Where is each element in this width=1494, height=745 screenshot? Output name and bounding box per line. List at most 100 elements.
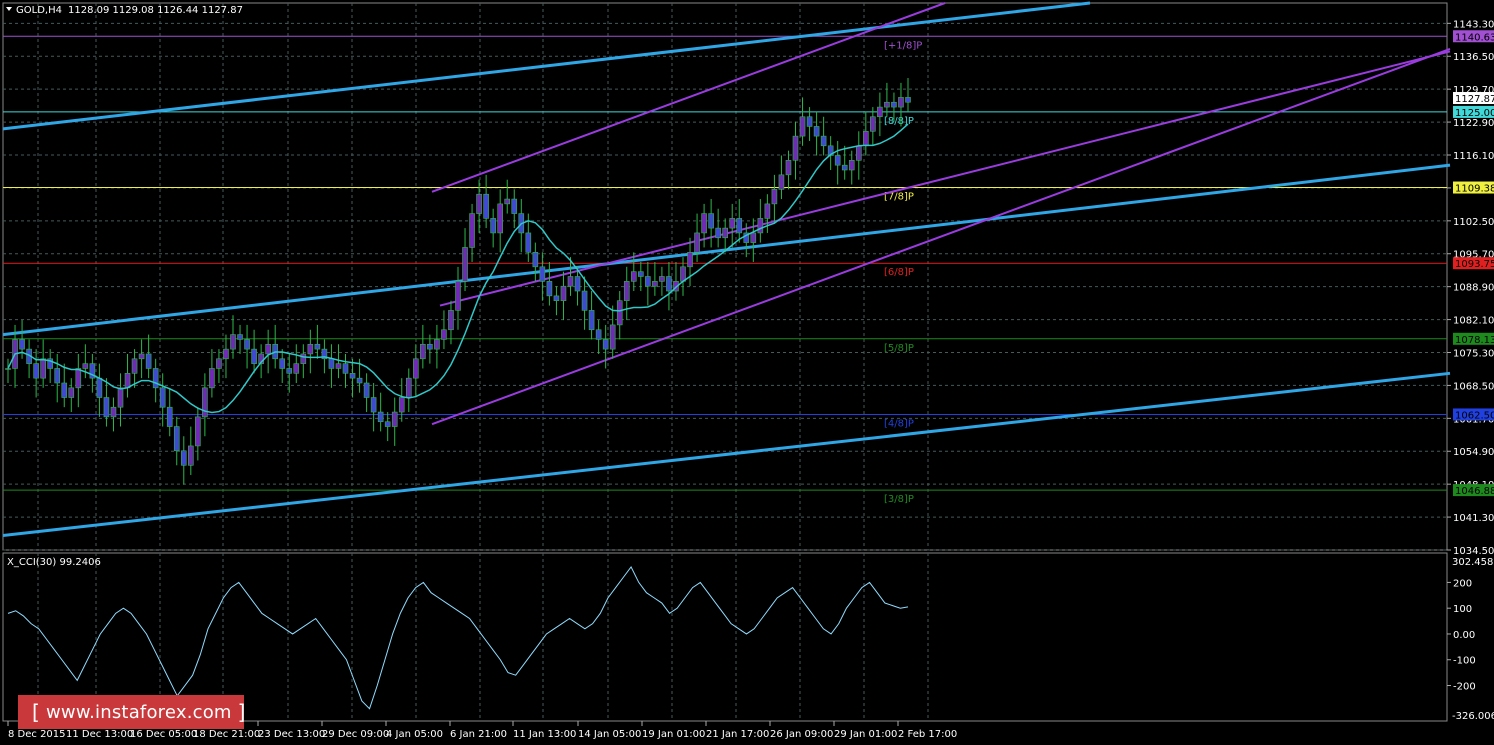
time-tick-label: 23 Dec 13:00 [258, 729, 325, 740]
murrey-level-label: [5/8]P [884, 343, 914, 354]
candle-body [877, 106, 883, 118]
candle-body [623, 281, 630, 302]
candle-body [216, 358, 222, 369]
candle-body [680, 266, 686, 282]
candle-body [391, 411, 398, 427]
price-tick-label: 1116.10 [1453, 151, 1494, 162]
watermark-text: www.instaforex.com [46, 701, 232, 723]
price-badge-label: 1093.75 [1455, 259, 1494, 270]
candle-body [553, 295, 560, 302]
candle-body [490, 218, 496, 234]
candle-body [342, 363, 349, 374]
price-tick-label: 1041.30 [1453, 513, 1494, 524]
candle-body [525, 232, 532, 253]
candle-body [434, 339, 440, 350]
price-tick-label: 1136.50 [1453, 52, 1494, 63]
candle-body [652, 281, 658, 287]
candle-body [483, 193, 489, 219]
candle-body [131, 358, 138, 374]
candle-body [103, 397, 110, 418]
price-tick-label: 1143.30 [1453, 19, 1494, 30]
cci-tick-label: 100 [1453, 604, 1472, 615]
candle-body [722, 227, 728, 239]
candle-body [420, 343, 426, 360]
candle-body [265, 343, 271, 355]
candle-body [764, 203, 771, 219]
cci-tick-label: -200 [1453, 682, 1476, 693]
candle-body [300, 353, 307, 364]
candle-body [771, 189, 778, 205]
candle-body [497, 203, 503, 234]
murrey-level-label: [+1/8]P [884, 40, 922, 51]
candle-body [694, 232, 700, 253]
candle-body [855, 145, 862, 161]
candle-body [715, 227, 721, 239]
time-tick-label: 14 Jan 05:00 [578, 729, 641, 740]
candle-body [279, 358, 286, 369]
candle-body [19, 339, 25, 350]
price-tick-label: 1054.90 [1453, 447, 1494, 458]
price-tick-label: 1082.10 [1453, 316, 1494, 327]
candle-body [581, 290, 588, 311]
time-tick-label: 19 Jan 01:00 [642, 729, 705, 740]
candle-body [532, 251, 539, 268]
candle-body [398, 397, 405, 413]
candle-body [370, 397, 377, 413]
candle-body [223, 348, 229, 360]
candle-body [349, 373, 356, 379]
candle-body [195, 416, 201, 447]
candle-body [757, 218, 764, 234]
candle-body [799, 116, 806, 137]
price-tick-label: 1075.30 [1453, 348, 1494, 359]
candle-body [834, 155, 841, 166]
cci-tick-label: 200 [1453, 578, 1472, 589]
time-tick-label: 26 Jan 09:00 [770, 729, 833, 740]
candle-body [384, 421, 391, 427]
time-tick-label: 4 Jan 05:00 [386, 729, 443, 740]
candle-body [870, 116, 876, 132]
candle-body [630, 271, 637, 282]
candle-body [469, 213, 475, 248]
candle-body [884, 101, 890, 108]
price-badge-label: 1125.00 [1455, 108, 1494, 119]
candle-body [891, 101, 897, 108]
price-chart[interactable]: [+1/8]P[8/8]P[7/8]P[6/8]P[5/8]P[4/8]P[3/… [0, 0, 1494, 745]
candle-body [476, 193, 482, 214]
candle-body [595, 329, 602, 340]
candle-body [293, 363, 300, 374]
candle-body [462, 247, 468, 282]
candle-body [785, 160, 792, 176]
time-tick-label: 8 Dec 2015 [8, 729, 66, 740]
candle-body [511, 198, 518, 214]
candle-body [68, 387, 75, 398]
time-tick-label: 29 Jan 01:00 [834, 729, 897, 740]
candle-body [806, 116, 813, 127]
candle-body [5, 368, 11, 370]
candle-body [173, 426, 180, 452]
candle-body [701, 213, 707, 234]
candle-body [166, 406, 173, 427]
candle-body [40, 358, 46, 379]
candle-body [560, 285, 567, 302]
candle-body [905, 97, 911, 103]
candle-body [778, 174, 785, 190]
murrey-level-label: [4/8]P [884, 418, 914, 429]
candle-body [328, 358, 335, 369]
ohlc-readout: 1128.09 1129.08 1126.44 1127.87 [68, 5, 243, 16]
time-tick-label: 11 Jan 13:00 [513, 729, 576, 740]
cci-axis-bottom: -326.0061 [1452, 711, 1494, 722]
time-tick-label: 16 Dec 05:00 [130, 729, 197, 740]
price-badge-label: 1109.38 [1455, 184, 1494, 195]
price-tick-label: 1122.90 [1453, 118, 1494, 129]
candle-body [645, 276, 651, 287]
candle-body [244, 339, 250, 350]
candle-body [356, 377, 363, 384]
candle-body [33, 363, 39, 379]
candle-body [898, 97, 904, 108]
time-tick-label: 29 Dec 09:00 [322, 729, 389, 740]
candle-body [152, 368, 159, 389]
cci-tick-label: -100 [1453, 656, 1476, 667]
price-tick-label: 1034.50 [1453, 546, 1494, 557]
time-tick-label: 6 Jan 21:00 [450, 729, 507, 740]
symbol-label: GOLD,H4 [16, 5, 62, 16]
